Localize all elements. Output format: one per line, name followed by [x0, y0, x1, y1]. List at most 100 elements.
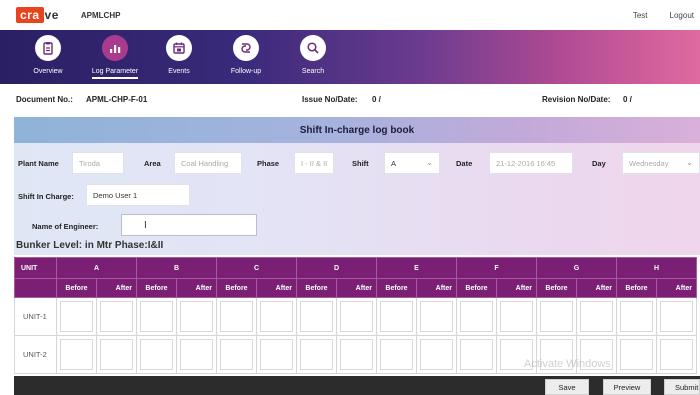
column-group-header: A — [56, 257, 137, 279]
day-label: Day — [592, 159, 606, 168]
bottom-bar — [14, 376, 700, 395]
before-level-input[interactable] — [620, 301, 653, 332]
date-field[interactable]: 21-12-2016 16:45 — [489, 152, 573, 174]
before-level-input[interactable] — [140, 339, 173, 370]
top-bar: cra ve APMLCHP Test Logout — [0, 0, 700, 30]
plant-name-field[interactable]: Tiroda — [72, 152, 124, 174]
shift-in-charge-field[interactable]: Demo User 1 — [86, 184, 190, 206]
after-level-input[interactable] — [580, 301, 613, 332]
after-level-input[interactable] — [500, 301, 533, 332]
after-level-input[interactable] — [420, 339, 453, 370]
after-level-input[interactable] — [660, 339, 693, 370]
nav-overview[interactable]: Overview — [18, 35, 78, 75]
phase-field[interactable]: I - II & II — [294, 152, 334, 174]
input-cell — [176, 297, 217, 336]
main-navigation: Overview Log Parameter Events Follow-up … — [0, 30, 700, 84]
nav-events-label: Events — [168, 68, 190, 75]
revision-value: 0 / — [623, 95, 632, 104]
app-name: APMLCHP — [80, 10, 121, 20]
input-cell — [376, 297, 417, 336]
revision-label: Revision No/Date: — [542, 95, 611, 104]
input-cell — [96, 297, 137, 336]
before-level-input[interactable] — [460, 339, 493, 370]
input-cell — [656, 297, 697, 336]
after-header: After — [176, 278, 217, 298]
before-header: Before — [296, 278, 337, 298]
column-group-header: G — [536, 257, 617, 279]
after-header: After — [96, 278, 137, 298]
engineer-name-label: Name of Engineer: — [32, 222, 99, 231]
input-cell — [216, 335, 257, 374]
log-form: Plant Name Tiroda Area Coal Handling Pha… — [14, 143, 700, 255]
column-group-header: B — [136, 257, 217, 279]
area-field[interactable]: Coal Handling — [174, 152, 242, 174]
after-level-input[interactable] — [420, 301, 453, 332]
input-cell — [376, 335, 417, 374]
after-header: After — [656, 278, 697, 298]
day-select[interactable]: Wednesday ⌄ — [622, 152, 700, 174]
preview-button[interactable]: Preview — [603, 379, 651, 395]
after-header: After — [336, 278, 377, 298]
unit-subheader-blank — [14, 278, 57, 298]
after-level-input[interactable] — [180, 339, 213, 370]
nav-events[interactable]: Events — [149, 35, 209, 75]
logout-link[interactable]: Logout — [670, 11, 694, 20]
before-level-input[interactable] — [220, 301, 253, 332]
issue-value: 0 / — [372, 95, 381, 104]
engineer-name-input[interactable]: I — [121, 214, 257, 236]
input-cell — [616, 335, 657, 374]
nav-search[interactable]: Search — [283, 35, 343, 75]
after-level-input[interactable] — [100, 339, 133, 370]
nav-follow-up[interactable]: Follow-up — [216, 35, 276, 75]
before-header: Before — [136, 278, 177, 298]
issue-label: Issue No/Date: — [302, 95, 358, 104]
nav-follow-up-label: Follow-up — [230, 68, 262, 75]
table-subheader-row: Before After Before After Before After B… — [14, 278, 697, 298]
chevron-down-icon: ⌄ — [686, 158, 693, 167]
table-header-row: UNIT A B C D E F G H — [14, 257, 697, 279]
input-cell — [256, 335, 297, 374]
user-name[interactable]: Test — [633, 11, 648, 20]
unit-column-header: UNIT — [14, 257, 57, 279]
input-cell — [56, 297, 97, 336]
shift-select[interactable]: A ⌄ — [384, 152, 440, 174]
logo-mark: cra — [16, 7, 44, 23]
input-cell — [336, 297, 377, 336]
before-level-input[interactable] — [300, 301, 333, 332]
user-menu: Test Logout — [633, 0, 694, 30]
after-level-input[interactable] — [100, 301, 133, 332]
after-level-input[interactable] — [180, 301, 213, 332]
crave-logo[interactable]: cra ve — [16, 7, 59, 23]
before-level-input[interactable] — [380, 301, 413, 332]
before-level-input[interactable] — [460, 301, 493, 332]
doc-no-value: APML-CHP-F-01 — [86, 95, 148, 104]
after-level-input[interactable] — [260, 301, 293, 332]
input-cell — [656, 335, 697, 374]
bunker-level-table: UNIT A B C D E F G H Before After Before… — [14, 257, 697, 374]
after-level-input[interactable] — [340, 339, 373, 370]
before-header: Before — [536, 278, 577, 298]
nav-log-parameter[interactable]: Log Parameter — [85, 35, 145, 79]
document-info: Document No.: APML-CHP-F-01 Issue No/Dat… — [0, 90, 700, 110]
search-icon — [300, 35, 326, 61]
after-level-input[interactable] — [660, 301, 693, 332]
nav-overview-label: Overview — [33, 68, 63, 75]
shift-select-value: A — [391, 158, 397, 168]
save-button[interactable]: Save — [545, 379, 589, 395]
plant-name-label: Plant Name — [18, 159, 59, 168]
input-cell — [296, 335, 337, 374]
before-level-input[interactable] — [60, 339, 93, 370]
column-group-header: C — [216, 257, 297, 279]
after-level-input[interactable] — [340, 301, 373, 332]
submit-button[interactable]: Submit — [664, 379, 700, 395]
before-level-input[interactable] — [220, 339, 253, 370]
input-cell — [416, 297, 457, 336]
after-level-input[interactable] — [260, 339, 293, 370]
clipboard-icon — [35, 35, 61, 61]
before-level-input[interactable] — [540, 301, 573, 332]
before-level-input[interactable] — [60, 301, 93, 332]
before-level-input[interactable] — [140, 301, 173, 332]
before-level-input[interactable] — [300, 339, 333, 370]
before-level-input[interactable] — [620, 339, 653, 370]
before-level-input[interactable] — [380, 339, 413, 370]
